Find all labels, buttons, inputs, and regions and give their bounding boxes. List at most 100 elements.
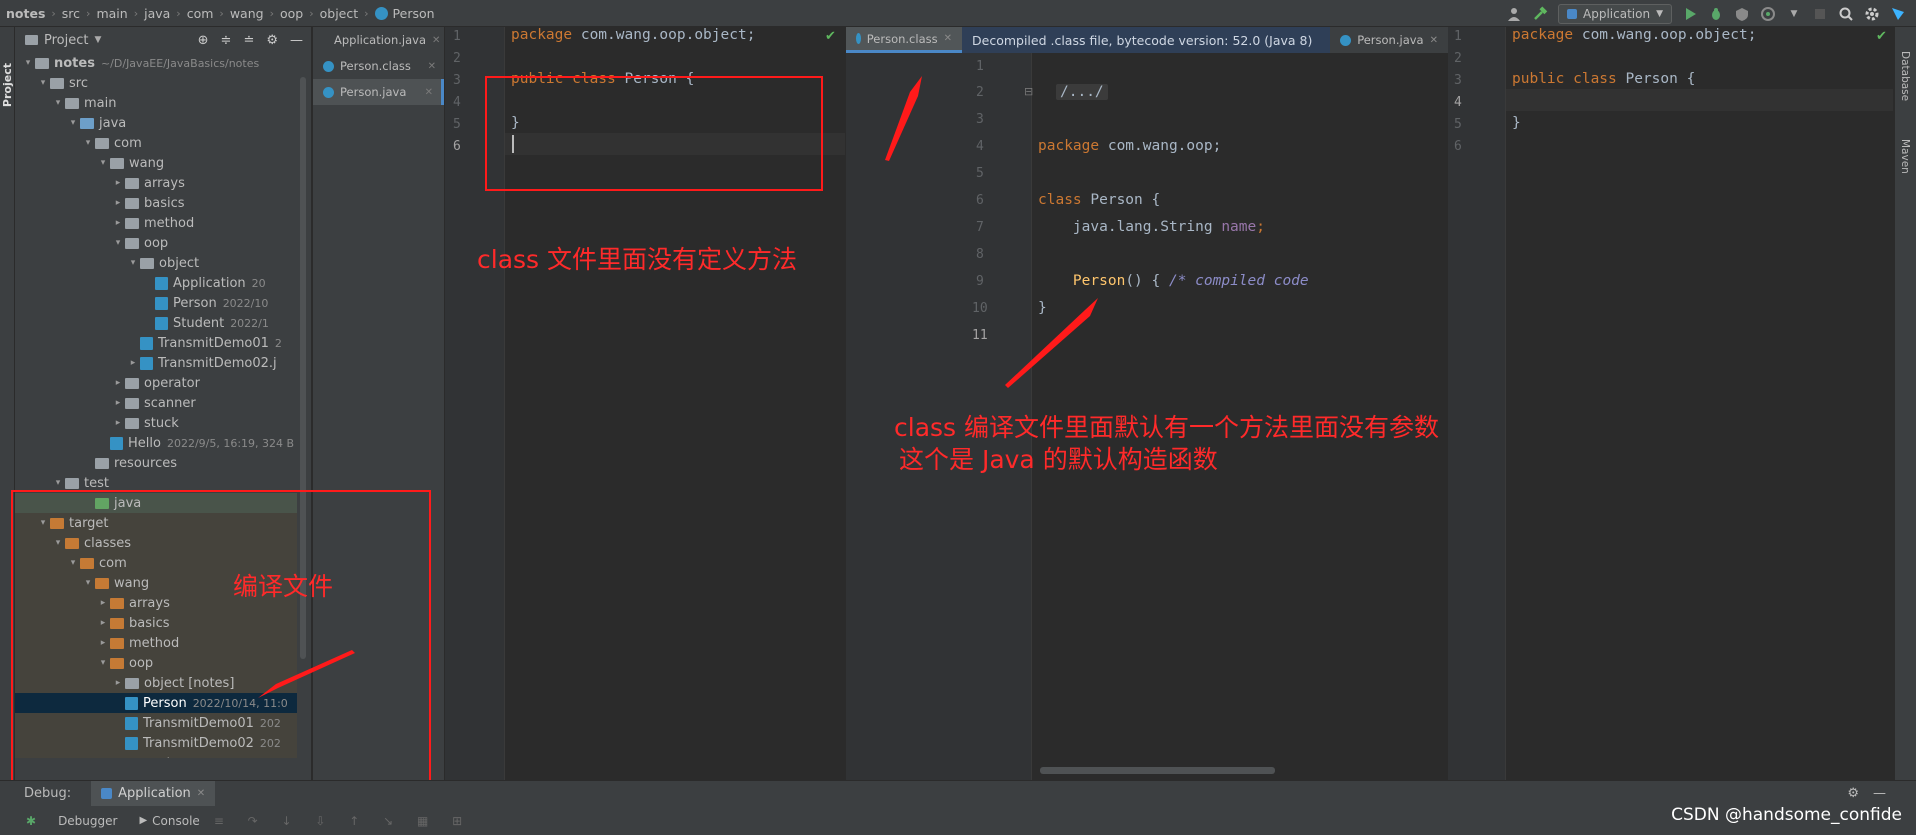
caret-down-icon[interactable]: ▼ (94, 35, 101, 45)
chevron-right-icon[interactable]: ▸ (111, 378, 125, 388)
annotation-default-ctor-line2: 这个是 Java 的默认构造函数 (899, 445, 1218, 474)
chevron-down-icon[interactable]: ▾ (51, 98, 65, 108)
tab-debugger[interactable]: Debugger (58, 814, 117, 828)
close-icon[interactable]: ✕ (428, 61, 436, 72)
chevron-right-icon[interactable]: ▸ (111, 398, 125, 408)
tree-item[interactable]: Hello 2022/9/5, 16:19, 324 B (15, 433, 297, 453)
tab-person-class[interactable]: Person.class ✕ (846, 27, 962, 53)
breadcrumb: notes › src › main › java › com › wang ›… (0, 6, 435, 21)
chevron-down-icon[interactable]: ▾ (21, 58, 35, 68)
profiler-icon[interactable] (1760, 6, 1776, 22)
tree-item[interactable]: ▸ basics (15, 193, 297, 213)
tree-item[interactable]: ▾ notes ~/D/JavaEE/JavaBasics/notes (15, 53, 297, 73)
collapse-all-icon[interactable]: ≐ (243, 33, 254, 48)
breadcrumb-item[interactable]: src (62, 6, 80, 21)
debug-tab-application[interactable]: Application ✕ (91, 780, 216, 807)
console-icon: ▶ (139, 815, 148, 826)
gear-icon[interactable] (1864, 6, 1880, 22)
tree-item[interactable]: Application 20 (15, 273, 297, 293)
chevron-down-icon[interactable]: ▾ (111, 238, 125, 248)
tree-item[interactable]: ▸ stuck (15, 413, 297, 433)
breadcrumb-item[interactable]: Person (393, 6, 435, 21)
tree-item[interactable]: ▾ src (15, 73, 297, 93)
minimize-icon[interactable]: — (290, 33, 303, 48)
breadcrumb-item[interactable]: object (320, 6, 359, 21)
file-tab-person-java[interactable]: Person.java ✕ (313, 79, 444, 105)
run-configuration-select[interactable]: Application ▼ (1558, 3, 1672, 24)
debug-bug-icon[interactable]: ✱ (26, 814, 36, 828)
chevron-down-icon[interactable]: ▾ (96, 158, 110, 168)
user-icon[interactable] (1506, 6, 1522, 22)
fold-icon[interactable]: ⊟ (1024, 85, 1033, 98)
minimize-icon[interactable]: — (1873, 786, 1886, 801)
maven-tool-label[interactable]: Maven (1899, 139, 1911, 174)
tree-item[interactable]: ▾ com (15, 133, 297, 153)
coverage-icon[interactable] (1734, 6, 1750, 22)
tree-item[interactable]: ▸ scanner (15, 393, 297, 413)
database-tool-label[interactable]: Database (1899, 51, 1911, 101)
class-icon (140, 336, 153, 350)
tree-item[interactable]: ▸ method (15, 213, 297, 233)
close-icon[interactable]: ✕ (432, 35, 440, 46)
step-controls[interactable]: ≡ ↷ ↓ ⇩ ↑ ↘ ▦ ⊞ (214, 814, 472, 828)
folder-icon (125, 237, 139, 249)
chevron-right-icon[interactable]: ▸ (126, 358, 140, 368)
more-runs-icon[interactable]: ▼ (1786, 6, 1802, 22)
breadcrumb-item[interactable]: com (187, 6, 214, 21)
breadcrumb-item[interactable]: oop (280, 6, 303, 21)
tree-item[interactable]: ▸ TransmitDemo02.j (15, 353, 297, 373)
stop-icon[interactable] (1812, 6, 1828, 22)
jetbrains-icon[interactable] (1890, 6, 1906, 22)
tab-person-java[interactable]: Person.java ✕ (1330, 27, 1448, 53)
folded-region[interactable]: /.../ (1056, 84, 1108, 100)
close-icon[interactable]: ✕ (1430, 35, 1438, 46)
tree-item[interactable]: ▾ main (15, 93, 297, 113)
breadcrumb-item[interactable]: notes (6, 6, 45, 21)
project-tool-label[interactable]: Project (1, 63, 14, 107)
chevron-down-icon[interactable]: ▾ (66, 118, 80, 128)
chevron-down-icon[interactable]: ▾ (81, 138, 95, 148)
gear-icon[interactable]: ⚙ (266, 33, 278, 48)
close-icon[interactable]: ✕ (197, 788, 205, 799)
tree-item[interactable]: resources (15, 453, 297, 473)
chevron-right-icon[interactable]: ▸ (111, 218, 125, 228)
chevron-right-icon[interactable]: ▸ (111, 418, 125, 428)
editor-person-java-split[interactable]: 1 2 3 4 5 6 package com.wang.oop.object;… (1448, 27, 1893, 780)
chevron-down-icon[interactable]: ▾ (126, 258, 140, 268)
line-number: 4 (976, 139, 984, 154)
build-hammer-icon[interactable] (1532, 5, 1548, 22)
tree-item[interactable]: TransmitDemo01 2 (15, 333, 297, 353)
breadcrumb-item[interactable]: main (96, 6, 127, 21)
project-panel-title[interactable]: Project (44, 33, 88, 48)
breadcrumb-item[interactable]: wang (230, 6, 264, 21)
line-number: 3 (453, 73, 461, 88)
locate-icon[interactable]: ⊕ (198, 33, 209, 48)
tree-item[interactable]: Student 2022/1 (15, 313, 297, 333)
file-tab-application-java[interactable]: Application.java ✕ (313, 27, 444, 53)
tree-item[interactable]: ▸ operator (15, 373, 297, 393)
tree-item[interactable]: ▾ oop (15, 233, 297, 253)
tree-item[interactable]: Person 2022/10 (15, 293, 297, 313)
tree-item[interactable]: ▾ java (15, 113, 297, 133)
tab-console[interactable]: ▶ Console (139, 814, 199, 828)
breadcrumb-item[interactable]: java (144, 6, 170, 21)
tab-label: Person.class (866, 31, 938, 46)
chevron-right-icon[interactable]: ▸ (111, 178, 125, 188)
close-icon[interactable]: ✕ (425, 87, 433, 98)
chevron-down-icon[interactable]: ▾ (51, 478, 65, 488)
run-icon[interactable] (1682, 6, 1698, 22)
chevron-down-icon[interactable]: ▾ (36, 78, 50, 88)
search-icon[interactable] (1838, 6, 1854, 22)
close-icon[interactable]: ✕ (944, 33, 952, 44)
tree-item[interactable]: ▾ object (15, 253, 297, 273)
debug-icon[interactable] (1708, 6, 1724, 22)
file-tab-label: Person.class (340, 59, 411, 73)
line-number: 11 (972, 328, 988, 343)
horizontal-scrollbar[interactable] (1040, 767, 1275, 774)
tree-item[interactable]: ▾ wang (15, 153, 297, 173)
file-tab-person-class[interactable]: Person.class ✕ (313, 53, 444, 79)
tree-item[interactable]: ▸ arrays (15, 173, 297, 193)
expand-all-icon[interactable]: ≑ (221, 33, 232, 48)
gear-icon[interactable]: ⚙ (1847, 786, 1859, 801)
chevron-right-icon[interactable]: ▸ (111, 198, 125, 208)
